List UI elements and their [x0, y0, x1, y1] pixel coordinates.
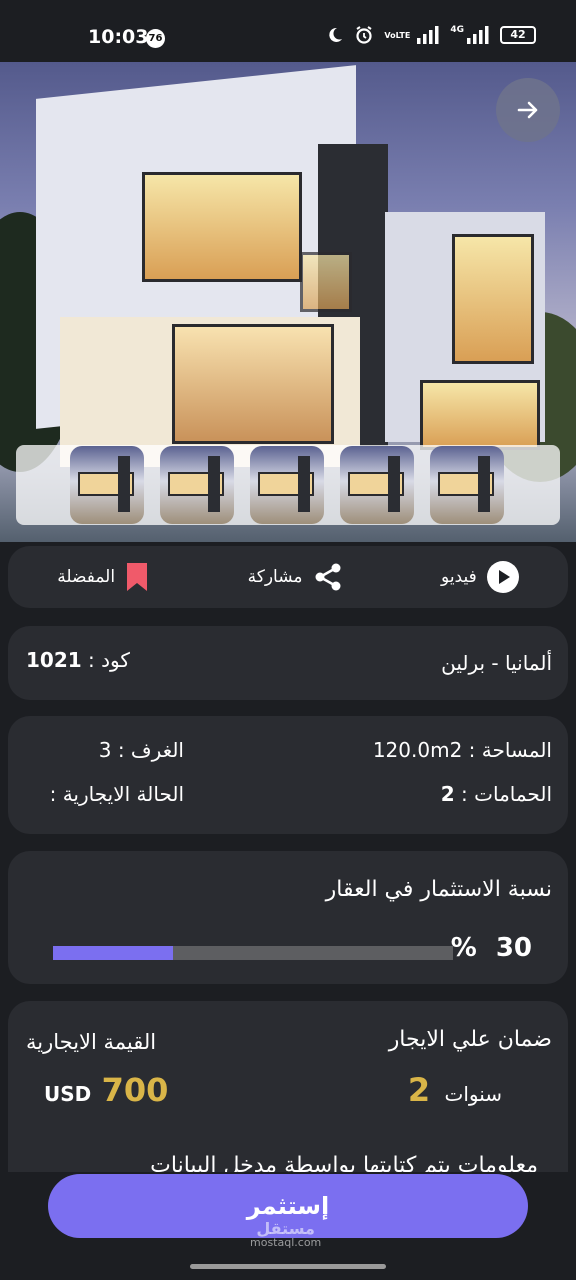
- guarantee-value: سنوات 2: [408, 1071, 502, 1109]
- notification-count-badge: 76: [146, 29, 165, 48]
- currency-label: USD: [44, 1082, 92, 1106]
- area-label: المساحة :: [468, 738, 552, 762]
- code-value: 1021: [26, 648, 82, 672]
- guarantee-unit: سنوات: [444, 1082, 502, 1106]
- actions-bar: فيديو مشاركة المفضلة: [8, 546, 568, 608]
- bathrooms-row: الحمامات : 2: [441, 782, 552, 806]
- specs-card: المساحة : 120.0m2 الغرف : 3 الحمامات : 2…: [8, 716, 568, 834]
- rooms-label: الغرف :: [117, 738, 184, 762]
- investment-title: نسبة الاستثمار في العقار: [325, 877, 552, 902]
- gallery-thumbnail[interactable]: [160, 446, 234, 524]
- battery-icon: 42: [500, 26, 536, 44]
- bookmark-icon: [127, 563, 148, 591]
- volte-icon: VoLTE: [384, 30, 411, 40]
- rental-status-label: الحالة الايجارية :: [49, 782, 184, 806]
- forward-arrow-button[interactable]: [496, 78, 560, 142]
- area-row: المساحة : 120.0m2: [373, 738, 552, 762]
- play-icon: [486, 561, 519, 593]
- rent-amount: USD 700: [44, 1071, 168, 1109]
- share-button[interactable]: مشاركة: [248, 562, 343, 592]
- favorite-button[interactable]: المفضلة: [57, 562, 149, 592]
- watermark: مستقل mostaql.com: [250, 1219, 322, 1250]
- location-text: ألمانيا - برلين: [441, 651, 552, 675]
- bathrooms-value: 2: [440, 782, 455, 806]
- guarantee-label: ضمان علي الايجار: [388, 1027, 552, 1052]
- status-bar: 10:03 76 VoLTE 4G 42: [0, 0, 576, 62]
- rent-note: معلومات يتم كتابتها بواسطة مدخل البيانات: [150, 1153, 538, 1172]
- code-label: كود :: [88, 648, 130, 672]
- investment-percent: % 30: [451, 933, 532, 963]
- bathrooms-label: الحمامات :: [461, 782, 552, 806]
- property-code: كود : 1021: [26, 648, 130, 672]
- rent-value-label: القيمة الايجارية: [26, 1030, 157, 1054]
- status-icons: VoLTE 4G 42: [326, 25, 536, 45]
- gallery-thumbnail[interactable]: [430, 446, 504, 524]
- gallery-thumbnail[interactable]: [70, 446, 144, 524]
- arrow-right-icon: [517, 101, 538, 119]
- percent-sign: %: [450, 933, 477, 963]
- investment-progress-bar: [53, 946, 453, 960]
- signal-icon: [417, 26, 439, 44]
- house-window-upper: [142, 172, 302, 282]
- status-time: 10:03: [88, 26, 149, 48]
- house-window-ground: [172, 324, 334, 444]
- guarantee-number: 2: [407, 1071, 431, 1109]
- thumbnail-strip: [16, 445, 560, 525]
- gallery-thumbnail[interactable]: [340, 446, 414, 524]
- signal-2-icon: [467, 26, 489, 44]
- watermark-text: مستقل: [256, 1219, 315, 1238]
- location-card: ألمانيا - برلين كود : 1021: [8, 626, 568, 700]
- area-value: 120.0m2: [372, 738, 463, 762]
- favorite-label: المفضلة: [57, 567, 116, 587]
- share-icon: [315, 563, 340, 591]
- gallery-thumbnail[interactable]: [250, 446, 324, 524]
- house-window-balcony: [300, 252, 352, 312]
- moon-icon: [329, 27, 343, 42]
- house-window-side: [452, 234, 534, 364]
- amount-value: 700: [101, 1071, 169, 1109]
- investment-card: نسبة الاستثمار في العقار % 30: [8, 851, 568, 984]
- rooms-row: الغرف : 3: [99, 738, 184, 762]
- home-indicator[interactable]: [190, 1264, 386, 1269]
- percent-value: 30: [495, 933, 532, 963]
- alarm-icon: [356, 26, 372, 44]
- video-button[interactable]: فيديو: [441, 561, 519, 593]
- video-label: فيديو: [441, 567, 477, 587]
- network-type-label: 4G: [450, 25, 464, 35]
- investment-progress-fill: [53, 946, 173, 960]
- rooms-value: 3: [98, 738, 112, 762]
- rent-card: ضمان علي الايجار القيمة الايجارية سنوات …: [8, 1001, 568, 1172]
- house-window-ground-side: [420, 380, 540, 450]
- watermark-domain: mostaql.com: [250, 1236, 322, 1249]
- share-label: مشاركة: [247, 567, 303, 587]
